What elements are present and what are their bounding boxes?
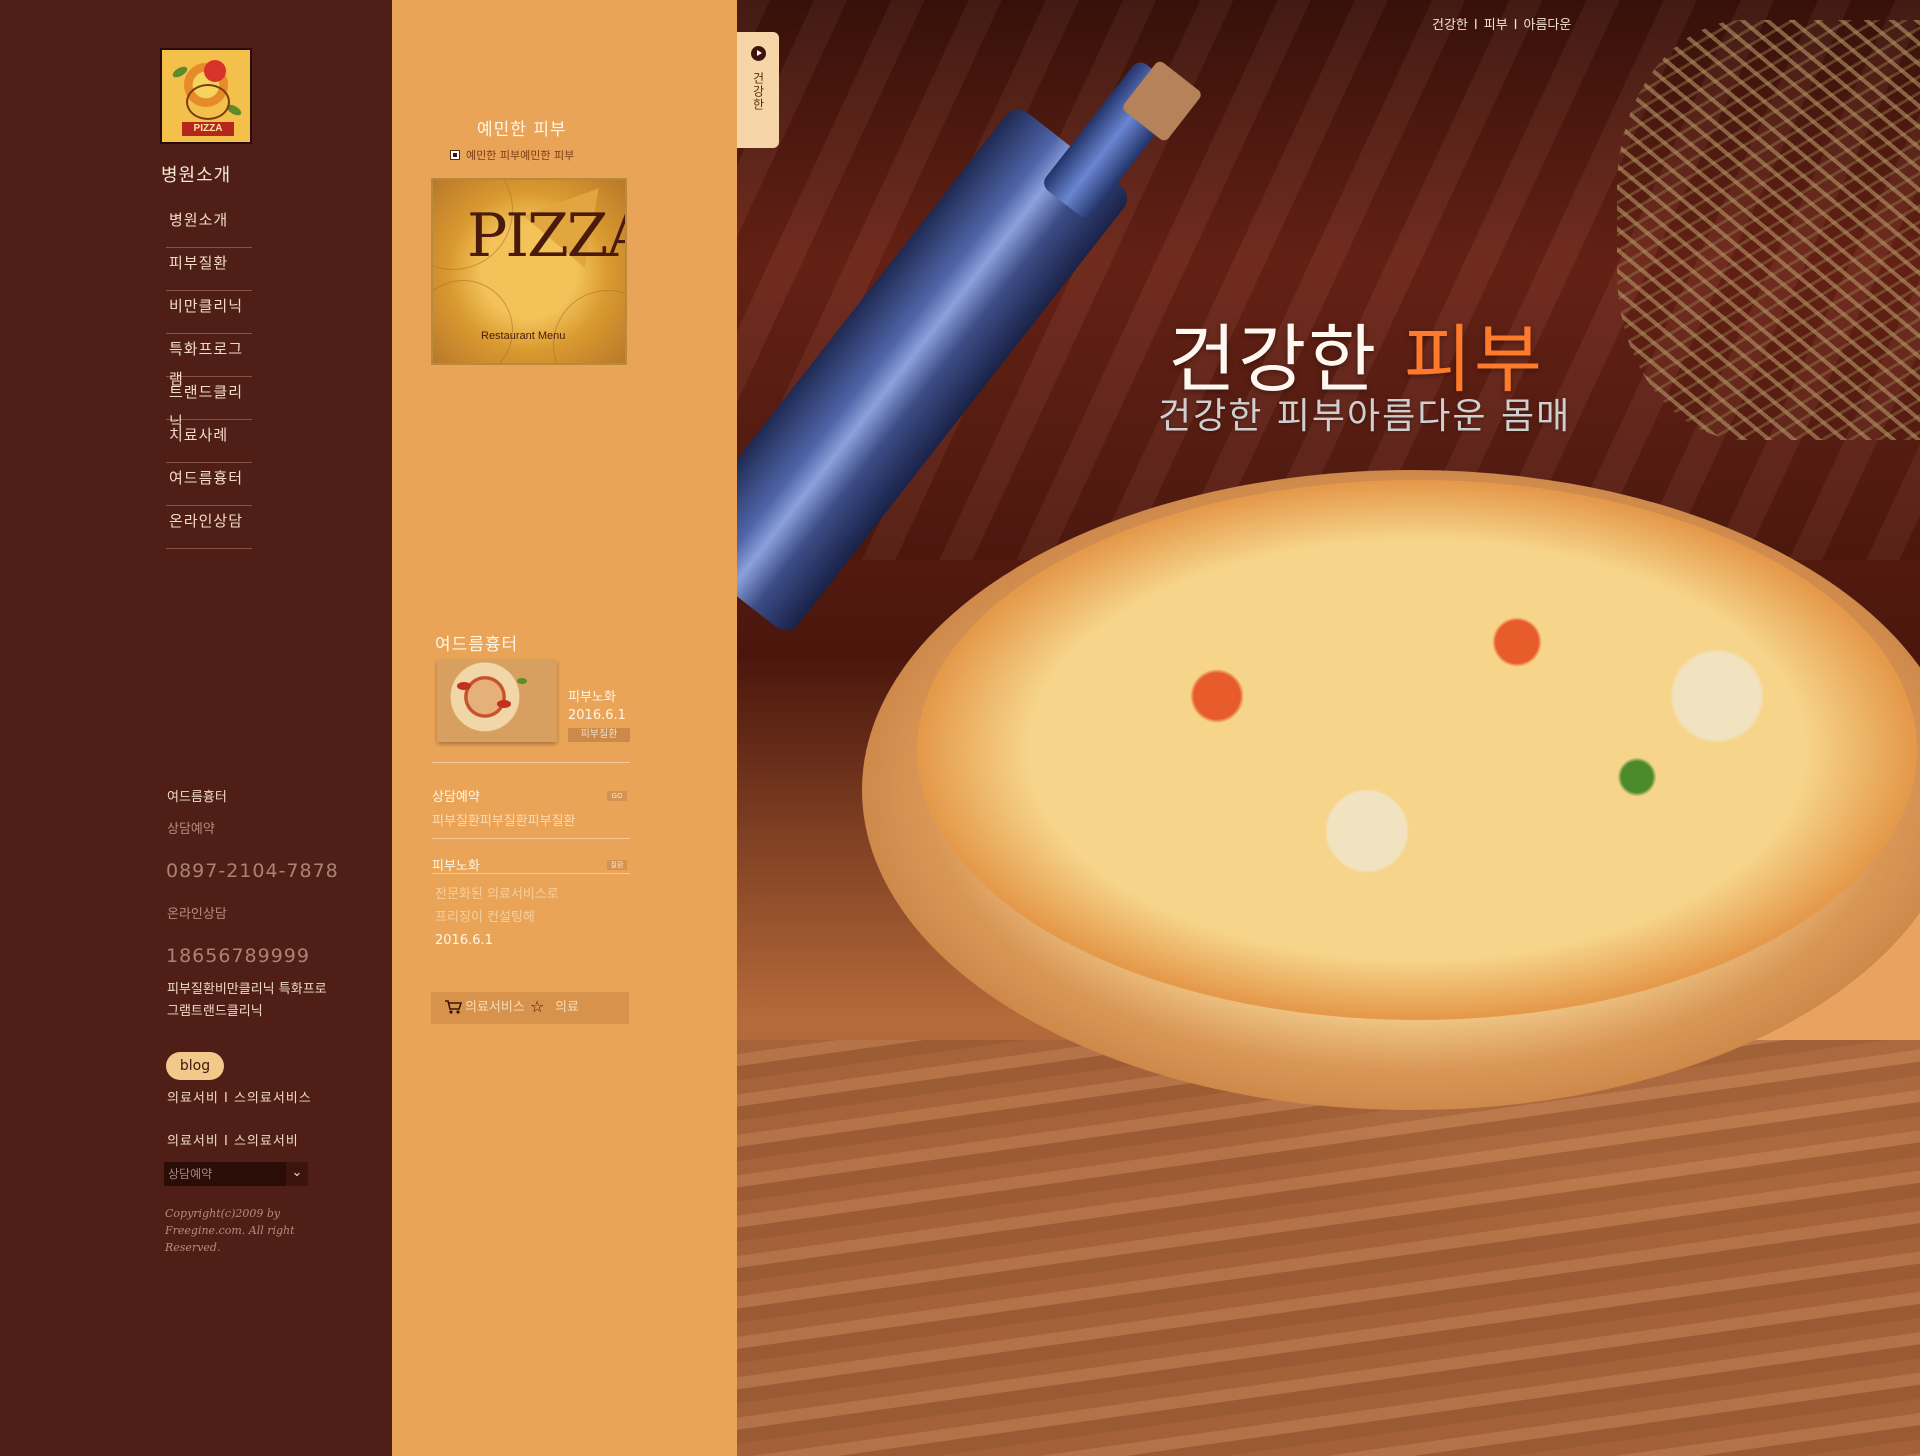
logo-label: PIZZA [182,122,234,136]
plate-icon [186,84,230,120]
pizza-image [917,480,1917,1020]
hero-image [737,0,1920,1456]
consult-title: 상담예약 [432,790,480,805]
aging-badge[interactable]: 질환 [607,860,627,870]
leaf-icon [517,678,527,684]
reserve-label: 상담예약 [167,822,215,837]
service-links-1[interactable]: 의료서비 I 스의료서비스 [167,1087,312,1106]
nav-item[interactable]: 피부질환 [166,248,252,291]
pizza-logo[interactable]: PIZZA [160,48,252,144]
nav-item[interactable]: 특화프로그램 [166,334,252,388]
news-section-title: 여드름흉터 [435,635,519,655]
service-link-1[interactable]: 의료서비스 [465,1000,525,1015]
service-links-2[interactable]: 의료서비 I 스의료서비 [167,1130,299,1149]
menu-card-subtitle: Restaurant Menu [481,330,566,342]
aging-date: 2016.6.1 [435,933,493,948]
top-link[interactable]: 아름다운 [1524,18,1572,33]
news-item-tag[interactable]: 피부질환 [568,728,630,742]
nav-item[interactable]: 비만클리닉 [166,291,252,334]
top-link[interactable]: 건강한 [1432,18,1468,33]
top-link[interactable]: 피부 [1484,18,1508,33]
basket-background [1617,20,1920,440]
star-icon[interactable]: ☆ [530,992,544,1022]
section-title: 예민한 피부 [477,120,567,140]
sidebar-title: 병원소개 [161,165,232,186]
play-icon [751,46,766,61]
side-tab[interactable]: 건강한 [737,32,779,148]
subtitle-text: 예민한 피부예민한 피부 [466,149,575,162]
cart-icon[interactable] [444,999,462,1015]
side-tab-label: 건강한 [751,72,765,111]
sidebar-links[interactable]: 피부질환비만클리닉 특화프로그램트랜드클리닉 [167,979,327,1023]
chevron-down-icon[interactable]: ⌄ [286,1162,308,1186]
service-bar: 의료서비스 ☆ 의료 [431,992,629,1024]
select-value: 상담예약 [168,1167,213,1181]
phone-number-2: 18656789999 [166,945,310,967]
aging-body-line: 프리징이 컨설팅해 [435,910,535,925]
go-badge[interactable]: GO [607,791,627,801]
decor-ring [553,290,625,363]
news-thumbnail[interactable] [437,660,557,742]
online-label: 온라인상담 [167,907,227,922]
divider [432,838,630,839]
phone-number: 0897-2104-7878 [166,860,339,882]
consult-select[interactable]: 상담예약 ⌄ [164,1162,308,1186]
separator: I [1473,18,1478,33]
sidebar-nav: 병원소개 피부질환 비만클리닉 특화프로그램 트랜드클리닉 치료사례 여드름흉터… [166,205,252,549]
nav-item[interactable]: 병원소개 [166,205,252,248]
leaf-icon [171,64,189,80]
copyright-text: Copyright(c)2009 by Freegine.com. All ri… [165,1207,295,1254]
tomato-icon [204,60,226,82]
section-subtitle: 예민한 피부예민한 피부 [450,147,574,163]
menu-card-title: PIZZA [467,201,625,271]
aging-body-line: 전문화된 의료서비스로 [435,887,559,902]
top-links: 건강한 I 피부 I 아름다운 [1432,14,1571,33]
bullet-icon [450,150,460,160]
contact-title: 여드름흉터 [167,790,227,805]
decor-ring [433,280,513,363]
nav-item[interactable]: 트랜드클리닉 [166,377,252,431]
nav-item[interactable]: 여드름흉터 [166,463,252,506]
news-item-title[interactable]: 피부노화 [568,686,616,705]
hero-subtitle: 건강한 피부아름다운 몸매 [1158,396,1572,437]
tomato-icon [457,682,471,690]
nav-item[interactable]: 치료사례 [166,420,252,463]
middle-column: 예민한 피부 예민한 피부예민한 피부 PIZZA Restaurant Men… [392,0,737,1456]
tomato-icon [497,700,511,708]
divider [432,762,630,763]
news-item-date: 2016.6.1 [568,708,626,723]
left-sidebar: PIZZA 병원소개 병원소개 피부질환 비만클리닉 특화프로그램 트랜드클리닉… [0,0,392,1456]
consult-text[interactable]: 피부질환피부질환피부질환 [432,810,576,829]
aging-title: 피부노화 [432,859,480,874]
aging-body: 전문화된 의료서비스로 프리징이 컨설팅해 2016.6.1 [435,883,595,952]
pizza-menu-banner[interactable]: PIZZA Restaurant Menu [431,178,627,365]
nav-item[interactable]: 온라인상담 [166,506,252,549]
blog-button[interactable]: blog [166,1052,224,1080]
service-link-2[interactable]: 의료 [555,992,579,1024]
divider [432,873,630,874]
separator: I [1513,18,1518,33]
